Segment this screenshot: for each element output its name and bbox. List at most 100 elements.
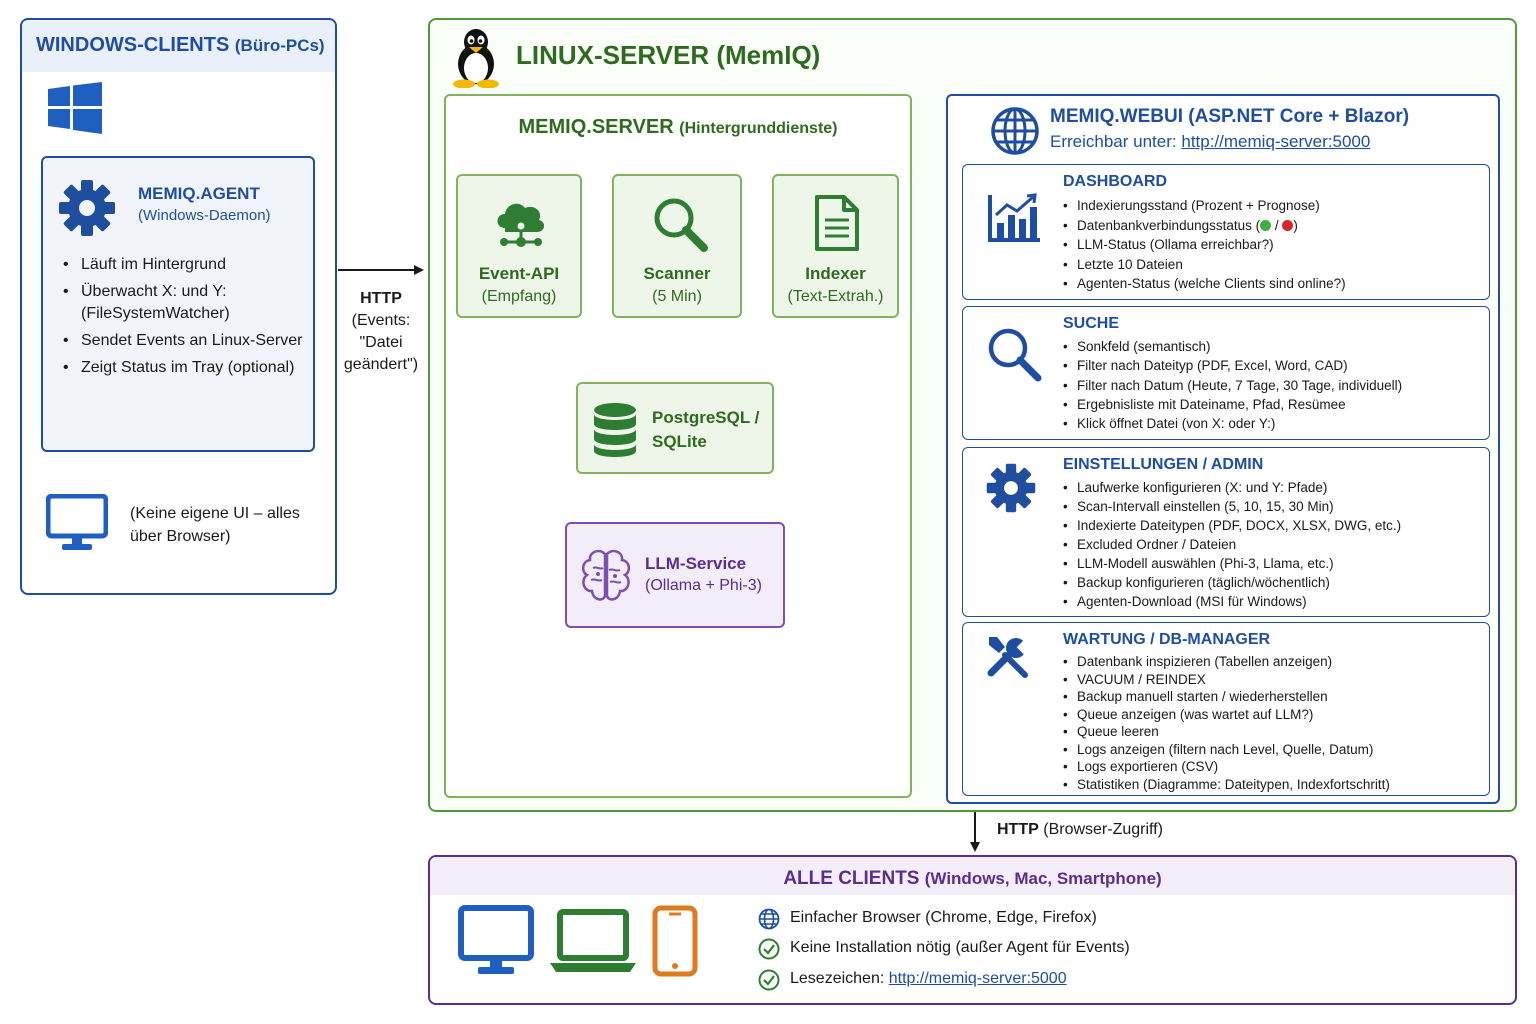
webui-reach-label: Erreichbar unter: [1050,132,1177,151]
list-item: Datenbankverbindungsstatus ( / ) [1063,216,1346,236]
list-item: Überwacht X: und Y: (FileSystemWatcher) [61,281,311,325]
llm-service-detail: (Ollama + Phi-3) [645,577,762,594]
agent-subtitle: (Windows-Daemon) [138,207,271,224]
list-item: Logs exportieren (CSV) [1063,758,1390,776]
list-item: Queue leeren [1063,723,1390,741]
maintenance-title: WARTUNG / DB-MANAGER [1063,631,1271,648]
list-item: Scan-Intervall einstellen (5, 10, 15, 30… [1063,497,1401,516]
feature-browser-text: Einfacher Browser (Chrome, Edge, Firefox… [790,909,1097,926]
http-label: HTTP [360,290,402,307]
gear-icon [59,180,115,236]
http-events-label: HTTP (Events: "Datei geändert") [340,288,422,376]
memiq-agent-box: MEMIQ.AGENT (Windows-Daemon) Läuft im Hi… [41,156,315,452]
webui-reach-line: Erreichbar unter: http://memiq-server:50… [1050,132,1370,152]
all-clients-title-sub: (Windows, Mac, Smartphone) [924,869,1162,888]
list-item: Queue anzeigen (was wartet auf LLM?) [1063,706,1390,724]
database-label: PostgreSQL / SQLite [652,408,760,451]
indexer-name: Indexer [805,264,866,283]
bookmark-label: Lesezeichen: [790,970,885,987]
magnifier-icon [654,198,708,252]
globe-icon [991,107,1039,155]
no-ui-note: (Keine eigene UI – alles über Browser) [130,505,300,545]
scanner-detail: (5 Min) [652,288,702,305]
list-item: Laufwerke konfigurieren (X: und Y: Pfade… [1063,478,1401,497]
bar-chart-icon [988,193,1040,242]
llm-service-name: LLM-Service [645,554,747,573]
all-clients-title-text: ALLE CLIENTS [783,868,920,889]
windows-clients-panel: WINDOWS-CLIENTS (Büro-PCs) MEMIQ.AGENT (… [20,18,337,595]
list-item: Läuft im Hintergrund [61,254,311,276]
settings-admin-card: EINSTELLUNGEN / ADMIN Laufwerke konfigur… [962,447,1490,617]
memiq-server-box: MEMIQ.SERVER (Hintergrunddienste) Event-… [444,94,912,798]
maintenance-db-manager-card: WARTUNG / DB-MANAGER Datenbank inspizier… [962,622,1490,796]
list-item: Klick öffnet Datei (von X: oder Y:) [1063,414,1402,434]
llm-service-box: LLM-Service (Ollama + Phi-3) [565,522,785,628]
dashboard-card: DASHBOARD Indexierungsstand (Prozent + P… [962,164,1490,300]
db-status-text: Datenbankverbindungsstatus ( [1077,217,1261,233]
maintenance-list: Datenbank inspizieren (Tabellen anzeigen… [1063,653,1390,793]
agent-title: MEMIQ.AGENT [138,184,260,203]
event-api-detail: (Empfang) [481,288,557,305]
windows-clients-title-sub: (Büro-PCs) [234,36,325,55]
status-red-dot [1282,219,1294,231]
monitor-icon [458,905,534,974]
list-item: Datenbank inspizieren (Tabellen anzeigen… [1063,653,1390,671]
memiq-server-title-text: MEMIQ.SERVER [518,116,674,138]
list-item: Sonkfeld (semantisch) [1063,337,1402,357]
brain-icon [581,549,631,601]
event-api-service: Event-API (Empfang) [456,174,582,318]
http-events-detail: (Events: "Datei geändert") [343,312,419,373]
cloud-network-icon [497,203,545,247]
list-item: Indexierungsstand (Prozent + Prognose) [1063,196,1346,216]
list-item: Excluded Ordner / Dateien [1063,535,1401,554]
search-title: SUCHE [1063,315,1120,332]
agent-feature-list: Läuft im Hintergrund Überwacht X: und Y:… [61,254,311,384]
monitor-icon [46,494,108,550]
webui-title: MEMIQ.WEBUI (ASP.NET Core + Blazor) [1050,106,1410,127]
list-item: LLM-Status (Ollama erreichbar?) [1063,235,1346,255]
memiq-server-title: MEMIQ.SERVER (Hintergrunddienste) [446,116,910,139]
list-item: Ergebnisliste mit Dateiname, Pfad, Resüm… [1063,395,1402,415]
list-item: Zeigt Status im Tray (optional) [61,357,311,379]
status-close: ) [1293,217,1298,233]
phone-icon [652,905,698,977]
webui-url-link[interactable]: http://memiq-server:5000 [1181,132,1370,151]
bookmark-url-link[interactable]: http://memiq-server:5000 [889,970,1067,987]
list-item: Filter nach Datum (Heute, 7 Tage, 30 Tag… [1063,376,1402,396]
dashboard-list: Indexierungsstand (Prozent + Prognose) D… [1063,196,1346,294]
document-icon [815,195,859,251]
windows-clients-title: WINDOWS-CLIENTS (Büro-PCs) [36,34,325,57]
globe-icon [758,908,780,930]
list-item: Backup manuell starten / wiederherstelle… [1063,688,1390,706]
database-box: PostgreSQL / SQLite [576,382,774,474]
windows-logo-icon [48,82,102,134]
list-item: VACUUM / REINDEX [1063,671,1390,689]
memiq-server-title-sub: (Hintergrunddienste) [679,120,838,137]
status-separator: / [1274,217,1279,233]
indexer-detail: (Text-Extrah.) [787,288,884,305]
check-circle-icon [758,938,780,960]
http-browser-label-strong: HTTP [997,821,1039,838]
list-item: Backup konfigurieren (täglich/wöchentlic… [1063,573,1401,592]
list-item: Agenten-Download (MSI für Windows) [1063,592,1401,611]
memiq-webui-box: MEMIQ.WEBUI (ASP.NET Core + Blazor) Erre… [946,94,1500,804]
list-item: Filter nach Dateityp (PDF, Excel, Word, … [1063,356,1402,376]
search-card: SUCHE Sonkfeld (semantisch) Filter nach … [962,306,1490,440]
scanner-service: Scanner (5 Min) [612,174,742,318]
linux-server-title: LINUX-SERVER (MemIQ) [516,40,821,70]
indexer-service: Indexer (Text-Extrah.) [772,174,899,318]
wrench-screwdriver-icon [987,637,1033,678]
search-list: Sonkfeld (semantisch) Filter nach Dateit… [1063,337,1402,434]
tux-icon [453,29,499,88]
list-item: Statistiken (Diagramme: Dateitypen, Inde… [1063,776,1390,794]
magnifier-icon [988,328,1042,382]
scanner-name: Scanner [643,264,711,283]
all-clients-title: ALLE CLIENTS (Windows, Mac, Smartphone) [430,868,1515,890]
gear-icon [986,463,1036,513]
feature-no-install-text: Keine Installation nötig (außer Agent fü… [790,939,1130,956]
list-item: Logs anzeigen (filtern nach Level, Quell… [1063,741,1390,759]
laptop-icon [550,909,636,972]
event-api-name: Event-API [478,264,560,283]
dashboard-title: DASHBOARD [1063,173,1167,190]
settings-list: Laufwerke konfigurieren (X: und Y: Pfade… [1063,478,1401,611]
